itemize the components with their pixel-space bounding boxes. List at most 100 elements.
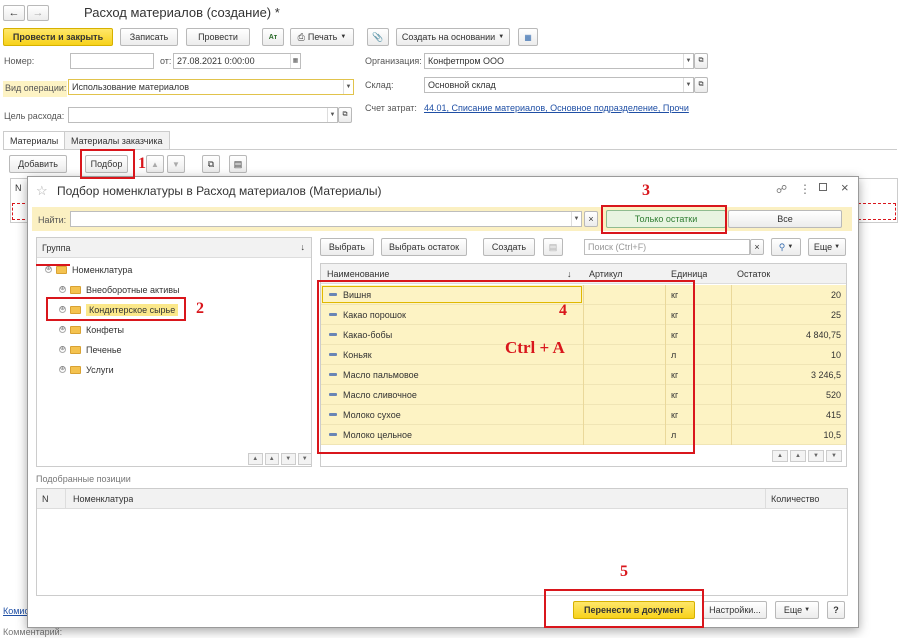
selected-col-qty: Количество [771, 494, 820, 504]
find-input[interactable]: ▼ [70, 211, 582, 227]
tree-item[interactable]: ⊕ Номенклатура [37, 260, 311, 280]
selected-header: N Номенклатура Количество [37, 489, 847, 509]
print-button[interactable]: ⎙ Печать ▼ [290, 28, 354, 46]
post-and-close-button[interactable]: Провести и закрыть [3, 28, 113, 46]
annotation-number-1: 1 [138, 155, 146, 172]
expand-icon[interactable]: ⊕ [45, 266, 52, 274]
chevron-down-icon: ▼ [787, 244, 794, 250]
chevron-down-icon[interactable]: ▼ [343, 80, 353, 94]
search-input[interactable]: Поиск (Ctrl+F) [584, 239, 750, 255]
tab-divider [3, 149, 897, 150]
optype-value: Использование материалов [72, 82, 190, 92]
down-icon[interactable]: ▼ [281, 453, 296, 465]
search-button[interactable]: ⚲ ▼ [771, 238, 801, 256]
chevron-down-icon[interactable]: ▼ [571, 212, 581, 226]
choose-button[interactable]: Выбрать [320, 238, 374, 256]
forward-button[interactable]: → [27, 5, 49, 21]
account-label: Счет затрат: [365, 103, 417, 113]
add-button[interactable]: Добавить [9, 155, 67, 173]
dt-kt-button[interactable]: Aᴛ [262, 28, 284, 46]
down-icon[interactable]: ▼ [808, 450, 824, 462]
col-divider [731, 345, 732, 365]
settings-button[interactable]: Настройки... [703, 601, 767, 619]
choose-remain-button[interactable]: Выбрать остаток [381, 238, 467, 256]
expand-icon[interactable]: ⊕ [59, 286, 66, 294]
annotation-number-5: 5 [620, 563, 628, 580]
first-icon[interactable]: ▲ [772, 450, 788, 462]
folder-icon [70, 345, 81, 354]
col-divider [731, 405, 732, 425]
more-button[interactable]: Еще ▼ [808, 238, 846, 256]
paste-button[interactable]: ▤ [229, 155, 247, 173]
tree-item[interactable]: ⊕ Печенье [37, 340, 311, 360]
clear-search-button[interactable]: × [750, 239, 764, 255]
expand-icon[interactable]: ⊕ [59, 326, 66, 334]
expand-icon[interactable]: ⊕ [59, 366, 66, 374]
warehouse-value: Основной склад [428, 80, 496, 90]
move-down-button[interactable]: ▼ [167, 155, 185, 173]
chevron-down-icon[interactable]: ▼ [683, 78, 693, 92]
calendar-icon[interactable]: ▦ [290, 54, 300, 68]
chevron-down-icon: ▼ [340, 34, 347, 40]
move-up-button[interactable]: ▲ [146, 155, 164, 173]
chevron-down-icon[interactable]: ▼ [327, 108, 337, 122]
create-button[interactable]: Создать [483, 238, 535, 256]
annotation-box-3 [601, 205, 727, 234]
more-label: Еще [813, 242, 833, 252]
org-input[interactable]: Конфетпром ООО ▼ [424, 53, 694, 69]
create-based-label: Создать на основании [401, 32, 496, 42]
attach-button[interactable]: 📎 [367, 28, 389, 46]
copy-button[interactable]: ⧉ [202, 155, 220, 173]
open-purpose-button[interactable]: ⧉ [338, 107, 352, 123]
tree-item[interactable]: ⊕ Конфеты [37, 320, 311, 340]
close-icon[interactable]: × [841, 180, 849, 195]
col-divider [65, 489, 66, 509]
help-button[interactable]: ? [827, 601, 845, 619]
warehouse-input[interactable]: Основной склад ▼ [424, 77, 694, 93]
account-link[interactable]: 44.01, Списание материалов, Основное под… [424, 103, 689, 113]
last-icon[interactable]: ▼ [826, 450, 842, 462]
structure-button[interactable]: ▦ [518, 28, 538, 46]
link-icon[interactable]: ☍ [776, 183, 787, 196]
folder-icon [70, 325, 81, 334]
date-input[interactable]: 27.08.2021 0:00:00 ▦ [173, 53, 301, 69]
open-warehouse-button[interactable]: ⧉ [694, 77, 708, 93]
col-remain[interactable]: Остаток [737, 264, 770, 284]
star-icon[interactable]: ☆ [36, 183, 48, 199]
up-icon[interactable]: ▲ [264, 453, 279, 465]
post-button[interactable]: Провести [186, 28, 250, 46]
clear-find-button[interactable]: × [584, 211, 598, 227]
commission-link[interactable]: Комис [3, 606, 29, 616]
number-input[interactable] [70, 53, 154, 69]
open-org-button[interactable]: ⧉ [694, 53, 708, 69]
first-icon[interactable]: ▲ [248, 453, 263, 465]
expand-icon[interactable]: ⊕ [59, 346, 66, 354]
tree-item[interactable]: ⊕ Услуги [37, 360, 311, 380]
optype-input[interactable]: Использование материалов ▼ [68, 79, 354, 95]
selected-col-n: N [42, 494, 49, 504]
group-header[interactable]: Группа ↓ [37, 238, 311, 258]
annotation-box-2 [46, 297, 186, 321]
more-menu-icon[interactable]: ⋮ [799, 182, 811, 196]
annotation-number-3: 3 [642, 182, 650, 199]
up-icon[interactable]: ▲ [790, 450, 806, 462]
back-button[interactable]: ← [3, 5, 25, 21]
more-bottom-button[interactable]: Еще ▼ [775, 601, 819, 619]
create-based-button[interactable]: Создать на основании ▼ [396, 28, 510, 46]
chevron-down-icon[interactable]: ▼ [683, 54, 693, 68]
all-button[interactable]: Все [728, 210, 842, 228]
tab-materials[interactable]: Материалы [3, 131, 66, 149]
annotation-number-2: 2 [196, 300, 204, 317]
tab-customer-materials[interactable]: Материалы заказчика [64, 131, 170, 149]
org-value: Конфетпром ООО [428, 56, 505, 66]
last-icon[interactable]: ▼ [297, 453, 312, 465]
annotation-box-1 [80, 149, 135, 179]
purpose-input[interactable]: ▼ [68, 107, 338, 123]
date-value: 27.08.2021 0:00:00 [177, 56, 255, 66]
delete-button[interactable]: ▤ [543, 238, 563, 256]
tree-item-label: Услуги [86, 365, 114, 375]
tree-item-label: Печенье [86, 345, 122, 355]
maximize-icon[interactable] [819, 183, 827, 191]
save-button[interactable]: Записать [120, 28, 178, 46]
search-placeholder: Поиск (Ctrl+F) [588, 242, 647, 252]
